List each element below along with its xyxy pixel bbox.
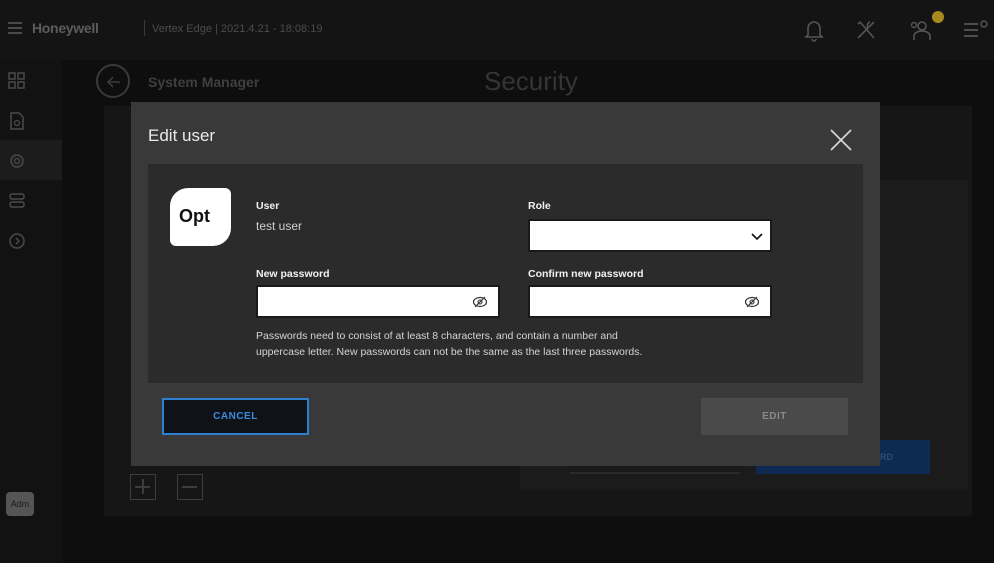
close-icon[interactable] (825, 124, 857, 156)
settings-icon (10, 154, 24, 168)
breadcrumb[interactable]: System Manager (148, 74, 259, 90)
info-icon (9, 233, 25, 249)
nav-item-documents[interactable] (0, 100, 62, 140)
password-hint: Passwords need to consist of at least 8 … (256, 328, 776, 360)
app-subtitle: Vertex Edge | 2021.4.21 - 18:08:19 (152, 23, 323, 35)
page-title: Security (484, 66, 578, 96)
eye-hidden-icon (472, 296, 488, 308)
app-window: Honeywell Vertex Edge | 2021.4.21 - 18:0… (0, 0, 994, 563)
chevron-down-icon (751, 233, 763, 241)
cancel-button[interactable]: CANCEL (162, 398, 309, 435)
user-avatar-text: Opt (179, 206, 210, 226)
eye-hidden-icon (744, 296, 760, 308)
users-icon[interactable] (908, 16, 936, 44)
role-select[interactable] (528, 219, 772, 252)
role-label: Role (528, 200, 551, 212)
user-avatar: Opt (170, 188, 231, 246)
confirm-password-label: Confirm new password (528, 268, 644, 280)
new-password-label: New password (256, 268, 330, 280)
edit-user-dialog: Edit user Opt User test user Role New pa… (131, 102, 880, 466)
new-password-input[interactable] (264, 293, 464, 311)
dashboard-icon (8, 72, 25, 89)
user-label: User (256, 200, 280, 212)
password-hint-line: uppercase letter. New passwords can not … (256, 346, 643, 358)
background-primary-button-label: RD (880, 452, 893, 462)
notification-badge (932, 11, 944, 23)
top-bar: Honeywell Vertex Edge | 2021.4.21 - 18:0… (0, 0, 994, 60)
document-icon (10, 112, 24, 130)
role-select-value[interactable] (536, 227, 736, 245)
tools-icon[interactable] (852, 16, 880, 44)
left-nav: Adm (0, 60, 62, 563)
nav-item-info[interactable] (0, 220, 62, 260)
bell-icon[interactable] (800, 16, 828, 44)
back-button[interactable] (96, 64, 130, 98)
edit-button[interactable]: EDIT (701, 398, 848, 435)
menu-icon[interactable] (8, 22, 22, 36)
password-hint-line: Passwords need to consist of at least 8 … (256, 330, 618, 342)
remove-icon (177, 474, 203, 500)
add-icon (130, 474, 156, 500)
new-password-field[interactable] (256, 285, 500, 318)
confirm-password-input[interactable] (536, 293, 736, 311)
avatar[interactable]: Adm (6, 492, 34, 516)
devices-icon (9, 193, 25, 208)
dialog-body: Opt User test user Role New password Con… (148, 164, 863, 383)
divider (144, 20, 145, 36)
confirm-password-field[interactable] (528, 285, 772, 318)
user-value: test user (256, 219, 303, 233)
nav-item-devices[interactable] (0, 180, 62, 220)
arrow-left-icon (106, 76, 120, 88)
brand-logo: Honeywell (32, 20, 99, 36)
nav-item-dashboard[interactable] (0, 60, 62, 100)
nav-item-settings[interactable] (0, 140, 62, 180)
dialog-title: Edit user (148, 126, 216, 145)
list-settings-icon[interactable] (960, 16, 988, 44)
